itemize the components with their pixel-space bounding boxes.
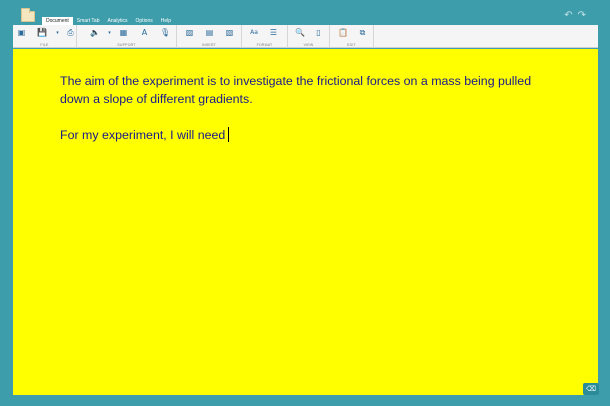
chevron-down-icon[interactable]: ▾ — [107, 28, 112, 38]
ribbon-toolbar: ▣ 💾 ▾ ⎙ FILE 🔈 ▾ ▦ A 🎙 SUPPORT ▨ ▤ ▧ INS… — [13, 25, 598, 48]
document-paragraph: For my experiment, I will need — [60, 128, 226, 142]
print-icon[interactable]: ⎙ — [66, 28, 75, 38]
zoom-icon[interactable]: 🔍 — [295, 28, 305, 38]
tab-help[interactable]: Help — [157, 17, 175, 25]
save-icon[interactable]: 💾 — [37, 28, 47, 38]
tab-analytics[interactable]: Analytics — [104, 17, 132, 25]
tab-smart-tab[interactable]: Smart Tab — [73, 17, 104, 25]
ribbon-group-support: 🔈 ▾ ▦ A 🎙 SUPPORT — [77, 25, 177, 48]
font-icon[interactable]: Aa — [248, 28, 260, 38]
text-caret — [228, 127, 230, 142]
paste-icon[interactable]: 📋 — [338, 28, 348, 38]
align-icon[interactable]: ☰ — [269, 28, 278, 38]
ribbon-group-label-format: FORMAT — [256, 43, 273, 47]
page-view-icon[interactable]: ▯ — [314, 28, 323, 38]
redo-icon[interactable]: ↷ — [578, 11, 586, 21]
insert-document-icon[interactable]: ▤ — [205, 28, 214, 38]
ribbon-group-insert: ▨ ▤ ▧ INSERT — [177, 25, 242, 48]
new-document-icon[interactable]: ▣ — [17, 28, 26, 38]
ribbon-group-label-insert: INSERT — [202, 43, 216, 47]
ribbon-group-label-support: SUPPORT — [117, 43, 136, 47]
ribbon-group-edit: 📋 ⧉ EDIT — [330, 25, 374, 48]
insert-image-icon[interactable]: ▨ — [185, 28, 194, 38]
document-body[interactable]: The aim of the experiment is to investig… — [60, 72, 540, 162]
grid-icon[interactable]: ▦ — [119, 28, 128, 38]
undo-icon[interactable]: ↶ — [564, 11, 572, 21]
ribbon-group-label-view: VIEW — [303, 43, 314, 47]
document-paragraph: The aim of the experiment is to investig… — [60, 74, 532, 106]
copy-icon[interactable]: ⧉ — [358, 28, 367, 38]
spellcheck-icon[interactable]: A — [140, 28, 149, 38]
folder-icon[interactable] — [21, 8, 35, 22]
document-editor[interactable]: The aim of the experiment is to investig… — [13, 49, 598, 395]
microphone-icon[interactable]: 🎙 — [160, 28, 170, 38]
insert-shape-icon[interactable]: ▧ — [225, 28, 234, 38]
ribbon-group-view: 🔍 ▯ VIEW — [288, 25, 330, 48]
document-paragraph-last: For my experiment, I will need — [60, 126, 540, 144]
speaker-icon[interactable]: 🔈 — [90, 28, 100, 38]
ribbon-group-label-edit: EDIT — [347, 43, 356, 47]
ribbon-group-format: Aa ☰ FORMAT — [242, 25, 288, 48]
chevron-down-icon[interactable]: ▾ — [55, 28, 60, 38]
undo-redo-group: ↶ ↷ — [564, 11, 586, 21]
keyboard-toggle-button[interactable]: ⌫ — [583, 383, 599, 395]
menu-tabs: Document Smart Tab Analytics Options Hel… — [42, 17, 175, 25]
ribbon-group-label-file: FILE — [40, 43, 49, 47]
tab-options[interactable]: Options — [132, 17, 157, 25]
ribbon-group-file: ▣ 💾 ▾ ⎙ FILE — [13, 25, 77, 48]
tab-document[interactable]: Document — [42, 17, 73, 25]
